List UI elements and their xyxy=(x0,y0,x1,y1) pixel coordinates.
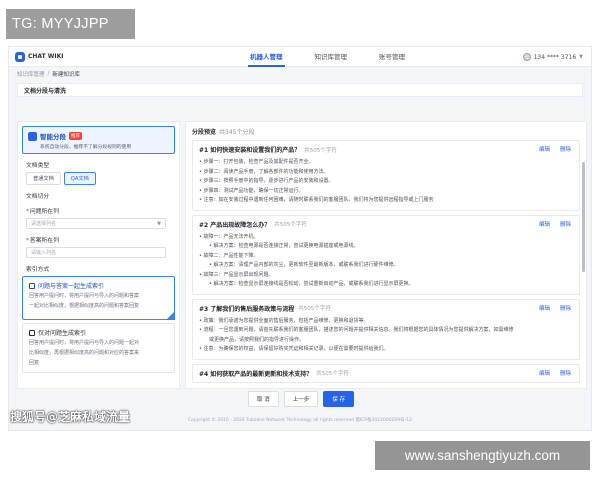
logo[interactable]: CHAT WIKI xyxy=(15,51,64,62)
mode-description: 系统自动分段，推荐不了解分段规则的使用 xyxy=(40,145,132,150)
delete-button[interactable]: 删除 xyxy=(560,304,571,312)
delete-button[interactable]: 删除 xyxy=(560,369,571,377)
index-option-question-desc-2: 比相似度，再根据相似度高的问题和对应的答案来 xyxy=(29,350,140,356)
segment-line: • 注意：为确保您的权益，请保留好购买凭证和相关记录，以便在需要时提供给我们。 xyxy=(199,346,389,352)
index-option-question-desc-3: 回复 xyxy=(29,360,40,366)
cancel-button[interactable]: 取 消 xyxy=(247,391,279,407)
overlay-tag-top-left: TG: MYYJJPP xyxy=(6,9,135,39)
smart-split-icon xyxy=(28,131,37,141)
segment-line: • 政策：我们承诺为您提供全面的售后服务，包括产品维修、更换和退货等。 xyxy=(199,317,369,324)
segment-item: #1 如何快速安装和设置我们的产品？ 共505个字符 编辑 删除 • 步骤一：打开包… xyxy=(192,140,580,211)
segment-count: 共345个分段 xyxy=(219,129,255,136)
edit-button[interactable]: 编辑 xyxy=(539,145,550,153)
segment-chars: 共505个字符 xyxy=(298,306,331,312)
segment-title: #4 如何获取产品的最新更新和技术支持？ xyxy=(199,370,313,378)
breadcrumb: 知识库管理 / 新建知识库 xyxy=(9,67,591,81)
split-label: 文档切分 xyxy=(26,194,50,200)
index-option-question-title: 仅对问题生成索引 xyxy=(38,330,87,337)
segment-line: • 步骤四：测试产品功能，确保一切正常运行。 xyxy=(199,187,304,194)
delete-button[interactable]: 删除 xyxy=(560,145,571,153)
edit-button[interactable]: 编辑 xyxy=(539,304,550,312)
user-phone: 134 **** 3716 xyxy=(533,53,577,61)
breadcrumb-current: 新建知识库 xyxy=(52,72,80,78)
edit-button[interactable]: 编辑 xyxy=(539,220,550,228)
segment-line: • 故障一：产品无法开机。 xyxy=(199,233,259,240)
segment-item: #2 产品出现故障怎么办？ 共505个字符 编辑 删除 • 故障一：产品无法开机。 … xyxy=(192,214,580,295)
mode-card-smart-split[interactable]: 智能分段 推荐 系统自动分段，推荐不了解分段规则的使用 xyxy=(22,126,175,154)
question-column-select[interactable]: 请选择列名 ▼ xyxy=(26,218,166,229)
question-column-label: *问题所在列 xyxy=(26,209,59,215)
index-option-qa[interactable]: 问题与答案一起生成索引 回答用户提问时，将用户提问与导入的问题和答案 一起对比相… xyxy=(22,276,175,320)
overlay-watermark-bottom-left: 搜狐号@芝麻私域流量 xyxy=(10,410,131,424)
nav-knowledge-management[interactable]: 知识库管理 xyxy=(299,47,364,67)
segment-line: • 解决方案：清理产品内部的灰尘，更新软件至最新版本，或联系我们进行硬件维修。 xyxy=(209,262,399,268)
answer-column-label: *答案所在列 xyxy=(26,238,59,244)
logo-text: CHAT WIKI xyxy=(28,53,64,60)
segment-line: • 步骤一：打开包装，检查产品及其配件是否齐全。 xyxy=(199,159,314,165)
answer-column-placeholder: 请输入列名 xyxy=(31,250,57,256)
index-option-qa-desc-2: 一起对比相似度，根据相似度高的问题和答案回复 xyxy=(29,303,140,309)
previous-step-button[interactable]: 上一步 xyxy=(283,391,319,407)
recommend-badge: 推荐 xyxy=(69,132,82,140)
segment-line: • 步骤三：按照手册中的指导，逐步进行产品的安装和设置。 xyxy=(199,178,334,184)
index-option-qa-desc: 回答用户提问时，将用户提问与导入的问题和答案 xyxy=(29,293,140,299)
mode-title: 智能分段 xyxy=(40,133,66,141)
selected-check-icon xyxy=(166,311,175,320)
segment-line: • 流程：一旦您遇到问题，请首先联系我们的客服团队，描述您的问题并提供相关信息。… xyxy=(199,327,514,333)
segment-chars: 共505个字符 xyxy=(316,371,349,377)
screenshot-stage: CHAT WIKI 机器人管理 知识库管理 账号管理 134 **** 3716… xyxy=(0,0,600,480)
doc-type-normal[interactable]: 普通文档 xyxy=(26,172,61,185)
segment-title: #2 产品出现故障怎么办？ xyxy=(199,221,271,229)
segment-line: • 解决方案：检查电源是否连接正常，尝试更换电源插座或电源线。 xyxy=(209,243,359,249)
chevron-down-icon: ▼ xyxy=(579,54,583,60)
top-bar: CHAT WIKI 机器人管理 知识库管理 账号管理 134 **** 3716… xyxy=(9,47,591,67)
preview-title: 分段预览 xyxy=(192,129,217,136)
logo-icon xyxy=(15,51,25,62)
breadcrumb-parent[interactable]: 知识库管理 xyxy=(17,70,45,78)
segment-title: #3 了解我们的售后服务政策与流程 xyxy=(199,305,295,313)
doc-type-label: 文档类型 xyxy=(26,163,50,169)
segment-line: • 故障三：产品显示屏出现问题。 xyxy=(199,271,274,278)
delete-button[interactable]: 删除 xyxy=(560,220,571,228)
question-column-placeholder: 请选择列名 xyxy=(31,221,57,227)
breadcrumb-separator: / xyxy=(47,71,50,77)
preview-header: 分段预览 共345个分段 xyxy=(192,127,580,136)
answer-column-input[interactable]: 请输入列名 xyxy=(26,247,166,258)
doc-type-qa[interactable]: QA文档 xyxy=(63,172,96,185)
nav-account-management[interactable]: 账号管理 xyxy=(363,47,421,67)
index-option-question-desc: 回答用户提问时，将用户提问与导入的问题一起对 xyxy=(29,340,140,346)
qa-index-icon xyxy=(29,282,35,289)
segment-item: #3 了解我们的售后服务政策与流程 共505个字符 编辑 删除 • 政策：我们承诺为… xyxy=(192,298,580,360)
segment-line: • 注意：如在安装过程中遇到任何困难，请随时联系我们的客服团队，我们将为您提供远… xyxy=(199,197,434,203)
index-option-question-only[interactable]: 仅对问题生成索引 回答用户提问时，将用户提问与导入的问题一起对 比相似度，再根据… xyxy=(22,323,175,373)
preview-scrollbar[interactable] xyxy=(582,162,585,272)
segment-line: • 解决方案：检查显示屏连接线是否松动，尝试重新启动产品，或联系我们进行显示屏更… xyxy=(209,281,414,287)
segment-chars: 共505个字符 xyxy=(304,147,337,154)
doc-type-selector: 普通文档 QA文档 xyxy=(26,172,175,185)
app-window: CHAT WIKI 机器人管理 知识库管理 账号管理 134 **** 3716… xyxy=(8,46,592,431)
segment-line: • 步骤二：阅读产品手册，了解各部件的功能和使用方法。 xyxy=(199,168,329,175)
segment-line: • 故障二：产品性能下降。 xyxy=(199,252,259,259)
index-method-label: 索引方式 xyxy=(26,267,50,273)
preview-panel: 分段预览 共345个分段 #1 如何快速安装和设置我们的产品？ 共505个字符 编辑… xyxy=(185,121,587,389)
user-menu[interactable]: 134 **** 3716 ▼ xyxy=(522,47,583,67)
nav-robot-management[interactable]: 机器人管理 xyxy=(234,47,299,67)
action-bar: 取 消 上一步 保 存 xyxy=(17,391,585,407)
segment-chars: 共505个字符 xyxy=(274,222,307,228)
segment-item: #4 如何获取产品的最新更新和技术支持？ 共505个字符 编辑 删除 xyxy=(192,363,580,383)
settings-panel: 智能分段 推荐 系统自动分段，推荐不了解分段规则的使用 文档类型 普通文档 QA… xyxy=(17,121,180,389)
top-nav: 机器人管理 知识库管理 账号管理 xyxy=(234,47,421,67)
segment-title: #1 如何快速安装和设置我们的产品？ xyxy=(199,147,301,154)
chevron-down-icon: ▼ xyxy=(157,220,161,227)
edit-button[interactable]: 编辑 xyxy=(539,369,550,377)
avatar xyxy=(522,53,531,61)
save-button[interactable]: 保 存 xyxy=(323,391,354,407)
segment-line: 或更换产品，请按照我们的指导进行操作。 xyxy=(209,336,305,343)
page-title: 文档分段与清洗 xyxy=(17,83,583,97)
index-option-qa-title: 问题与答案一起生成索引 xyxy=(38,283,105,290)
overlay-tag-bottom-right: www.sanshengtiyuzh.com xyxy=(375,441,590,470)
question-index-icon xyxy=(29,329,35,336)
